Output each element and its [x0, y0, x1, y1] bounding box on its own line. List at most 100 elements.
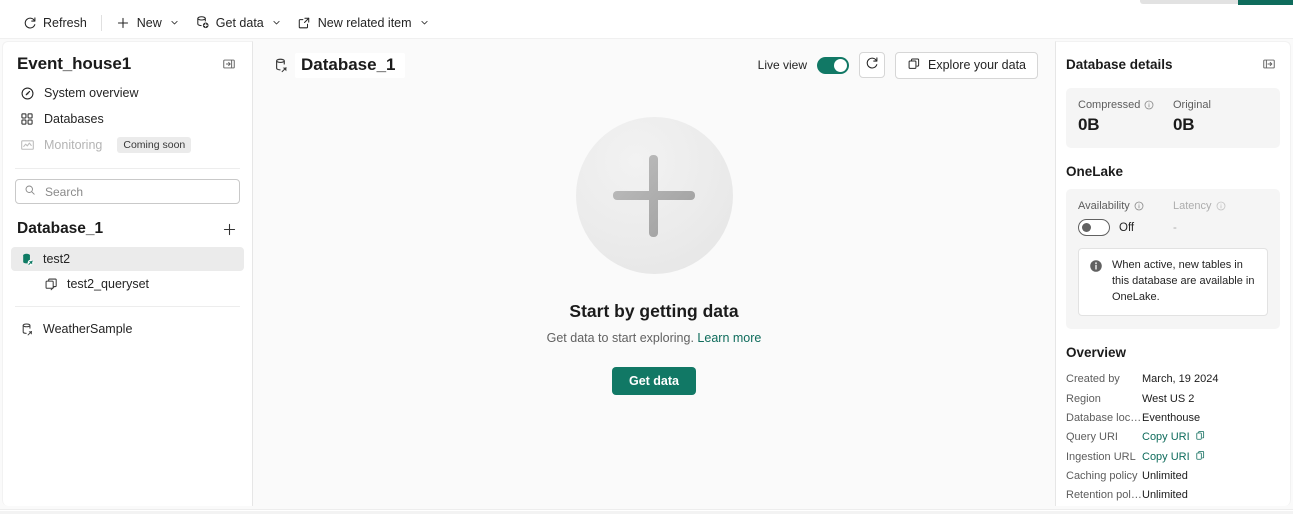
- size-stats-card: Compressed 0B Original 0B: [1066, 88, 1280, 148]
- overview-value[interactable]: Copy URI: [1142, 450, 1206, 464]
- sidebar-divider-2: [15, 306, 240, 307]
- bottom-strip-inner: [0, 511, 1293, 514]
- collapse-panel-icon[interactable]: [218, 54, 240, 74]
- queryset-icon: [43, 276, 59, 292]
- database-group-title: Database_1: [17, 220, 104, 237]
- overview-value[interactable]: Copy URI: [1142, 430, 1206, 444]
- search-input[interactable]: [43, 183, 231, 200]
- eventhouse-title: Event_house1: [17, 54, 132, 73]
- right-details-panel: Database details Compressed 0B Original …: [1055, 41, 1291, 506]
- right-panel-header: Database details: [1056, 42, 1290, 78]
- onelake-note-text: When active, new tables in this database…: [1112, 259, 1255, 303]
- stat-original: Original 0B: [1173, 99, 1268, 135]
- latency-block: Latency: [1173, 200, 1268, 212]
- tree-item-label: test2: [43, 252, 71, 266]
- stat-compressed: Compressed 0B: [1078, 99, 1173, 135]
- overview-row: Database locati... Eventhouse: [1066, 408, 1280, 427]
- bottom-strip: [0, 509, 1293, 515]
- tree-item-weathersample[interactable]: WeatherSample: [11, 317, 244, 341]
- copy-uri-label: Copy URI: [1142, 431, 1190, 444]
- get-data-button[interactable]: Get data: [611, 367, 696, 395]
- chevron-down-icon: [170, 18, 179, 27]
- center-header-actions: Live view Explore your data: [757, 51, 1038, 79]
- overview-value: Unlimited: [1142, 469, 1188, 482]
- database-group-header: Database_1: [3, 204, 252, 246]
- overview-key: Ingestion URL: [1066, 450, 1136, 463]
- explore-your-data-button[interactable]: Explore your data: [895, 51, 1038, 79]
- add-database-item-button[interactable]: [218, 218, 240, 240]
- refresh-button[interactable]: [859, 52, 886, 78]
- toolbar-new-related-item-button[interactable]: New related item: [289, 11, 437, 35]
- overview-key: Region: [1066, 392, 1101, 405]
- stat-compressed-value: 0B: [1078, 115, 1100, 134]
- latency-label-text: Latency: [1173, 200, 1212, 212]
- sidebar-header: Event_house1: [3, 42, 252, 80]
- toggle-knob: [1082, 223, 1091, 232]
- toolbar-get-data-label: Get data: [215, 15, 264, 30]
- toolbar-refresh-button[interactable]: Refresh: [14, 11, 95, 35]
- tree-item-test2[interactable]: test2: [11, 247, 244, 271]
- info-icon[interactable]: [1216, 201, 1226, 211]
- copy-uri-label: Copy URI: [1142, 450, 1190, 463]
- onelake-availability-toggle[interactable]: [1078, 219, 1110, 236]
- sidebar-item-system-overview[interactable]: System overview: [11, 80, 244, 106]
- info-icon[interactable]: [1144, 100, 1154, 110]
- stat-original-value: 0B: [1173, 115, 1195, 134]
- center-content: Database_1 Live view Explore your data S…: [254, 41, 1054, 506]
- center-header: Database_1 Live view Explore your data: [254, 41, 1054, 89]
- database-title-input[interactable]: Database_1: [295, 52, 405, 78]
- sidebar-item-databases[interactable]: Databases: [11, 106, 244, 132]
- overview-row: Ingestion URL Copy URI: [1066, 447, 1280, 466]
- search-container: [15, 179, 240, 204]
- info-icon[interactable]: [1134, 201, 1144, 211]
- overview-key: Database locati...: [1066, 412, 1142, 425]
- explore-icon: [907, 57, 921, 74]
- chevron-down-icon: [272, 18, 281, 27]
- table-icon: [19, 251, 35, 267]
- empty-state-illustration: [575, 117, 733, 274]
- learn-more-link[interactable]: Learn more: [697, 331, 761, 345]
- sidebar-item-label: Monitoring: [44, 138, 103, 152]
- overview-key: Query URI: [1066, 431, 1118, 444]
- live-view-label: Live view: [757, 58, 808, 72]
- search-box[interactable]: [15, 179, 240, 204]
- sidebar-divider: [15, 168, 240, 169]
- toolbar-refresh-label: Refresh: [43, 15, 87, 30]
- sidebar-nav: System overview Databases Monitoring Com…: [3, 80, 252, 158]
- explore-your-data-label: Explore your data: [928, 58, 1026, 72]
- partial-teal-tab: [1238, 0, 1293, 5]
- overview-value: Unlimited: [1142, 489, 1188, 502]
- empty-state-subtitle: Get data to start exploring. Learn more: [547, 331, 762, 345]
- toolbar-get-data-button[interactable]: Get data: [187, 11, 289, 35]
- database-details-title: Database details: [1066, 56, 1173, 72]
- command-toolbar: Refresh New Get data New related item: [0, 7, 1293, 39]
- sidebar-item-label: System overview: [44, 86, 139, 100]
- plus-icon: [116, 15, 131, 30]
- copy-icon[interactable]: [1195, 430, 1206, 444]
- latency-value-block: -: [1173, 222, 1268, 234]
- copy-icon[interactable]: [1195, 450, 1206, 464]
- toolbar-new-label: New: [136, 15, 162, 30]
- onelake-info-note: When active, new tables in this database…: [1078, 248, 1268, 316]
- overview-row: Caching policy Unlimited: [1066, 466, 1280, 485]
- empty-state-subtitle-text: Get data to start exploring.: [546, 331, 694, 345]
- expand-panel-icon[interactable]: [1258, 54, 1280, 74]
- toolbar-new-button[interactable]: New: [108, 11, 187, 35]
- top-chrome-strip: [0, 0, 1293, 7]
- external-link-icon: [297, 15, 312, 30]
- refresh-icon: [22, 15, 37, 30]
- gauge-icon: [19, 85, 35, 101]
- tree-item-label: test2_queryset: [67, 277, 149, 291]
- overview-list: Created by March, 19 2024 Region West US…: [1056, 370, 1290, 505]
- overview-section-title: Overview: [1066, 344, 1127, 360]
- overview-key: Caching policy: [1066, 469, 1138, 482]
- tree-item-label: WeatherSample: [43, 322, 133, 336]
- stat-label-text: Compressed: [1078, 99, 1141, 111]
- latency-label: Latency: [1173, 200, 1268, 212]
- monitor-icon: [19, 137, 35, 153]
- tree-item-test2-queryset[interactable]: test2_queryset: [11, 272, 244, 296]
- stat-label-text: Original: [1173, 99, 1211, 111]
- database-tree: test2 test2_queryset: [3, 247, 252, 296]
- live-view-toggle[interactable]: [817, 56, 850, 74]
- coming-soon-badge: Coming soon: [117, 137, 192, 153]
